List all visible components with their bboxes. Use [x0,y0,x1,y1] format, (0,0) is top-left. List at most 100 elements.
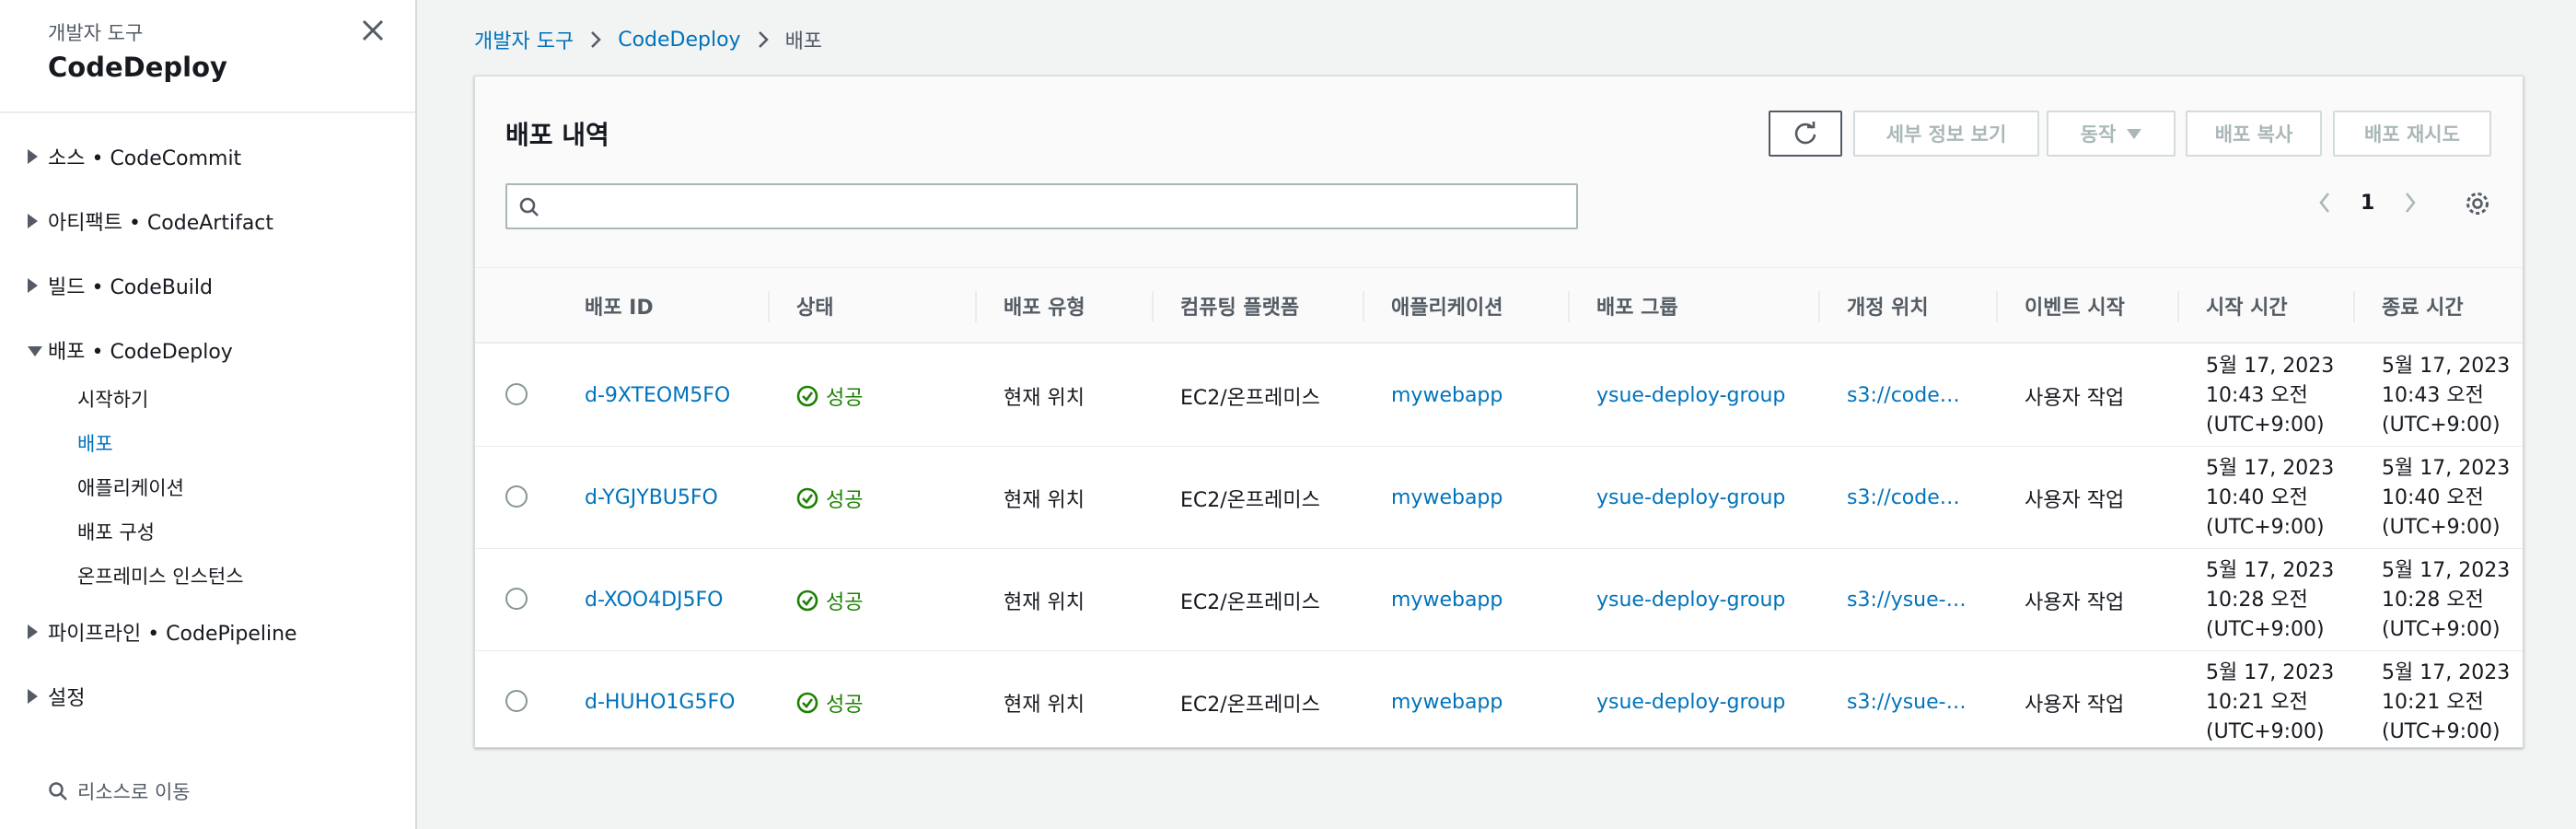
table-header: 배포 ID 상태 배포 유형 컴퓨팅 플랫폼 애플리케이션 배포 그룹 개정 위… [475,268,2523,344]
sidebar-item-onprem-instances[interactable]: 온프레미스 인스턴스 [77,562,244,590]
revision-location-link[interactable]: s3://ysue-… [1847,549,1967,651]
sidebar-section-codepipeline[interactable]: 파이프라인 • CodePipeline [28,617,297,647]
goto-resource-link[interactable]: 리소스로 이동 [48,777,191,805]
deployment-type: 현재 위치 [1004,693,1085,717]
start-date: 5월 17, 2023 [2206,354,2335,378]
column-divider[interactable] [768,291,770,322]
deployment-id-link[interactable]: d-YGJYBU5FO [585,447,718,549]
refresh-button[interactable] [1769,111,1842,157]
application-link[interactable]: mywebapp [1391,651,1503,753]
end-date: 5월 17, 2023 [2382,660,2511,684]
end-clock: 10:21 오전 [2382,690,2484,714]
column-divider[interactable] [2353,291,2355,322]
sidebar-section-codecommit[interactable]: 소스 • CodeCommit [28,142,241,171]
deployment-id-link[interactable]: d-9XTEOM5FO [585,344,730,447]
caret-right-icon [28,214,38,228]
table-row[interactable]: d-HUHO1G5FO 성공 현재 위치 EC2/온프레미스 mywebapp … [475,651,2523,753]
close-icon[interactable] [357,15,389,46]
column-divider[interactable] [1152,291,1154,322]
column-header-end-time[interactable]: 종료 시간 [2382,268,2464,344]
row-radio[interactable] [505,383,528,405]
sidebar-section-settings[interactable]: 설정 [28,682,85,711]
sidebar-item-deployment-configs[interactable]: 배포 구성 [77,518,155,545]
row-radio[interactable] [505,690,528,712]
revision-location-link[interactable]: s3://code… [1847,447,1960,549]
start-tz: (UTC+9:00) [2206,617,2325,641]
column-header-status[interactable]: 상태 [796,268,833,344]
end-time: 5월 17, 2023 10:40 오전 (UTC+9:00) [2382,447,2510,549]
row-radio[interactable] [505,485,528,508]
sidebar-divider [0,111,415,113]
breadcrumb-codedeploy[interactable]: CodeDeploy [618,29,740,52]
end-date: 5월 17, 2023 [2382,558,2511,582]
column-header-deployment-type[interactable]: 배포 유형 [1004,268,1085,344]
column-header-initiating-event[interactable]: 이벤트 시작 [2025,268,2125,344]
column-header-compute-platform[interactable]: 컴퓨팅 플랫폼 [1180,268,1299,344]
column-header-start-time[interactable]: 시작 시간 [2206,268,2288,344]
chevron-right-icon [758,31,769,48]
retry-deployment-button[interactable]: 배포 재시도 [2333,111,2491,157]
column-header-deployment-id[interactable]: 배포 ID [585,268,654,344]
caret-down-icon [2127,128,2142,139]
sidebar-section-label: 빌드 • CodeBuild [48,276,213,299]
sidebar-title[interactable]: CodeDeploy [48,52,227,83]
table-row[interactable]: d-9XTEOM5FO 성공 현재 위치 EC2/온프레미스 mywebapp … [475,344,2523,447]
chevron-right-icon[interactable] [2402,191,2419,215]
column-header-application[interactable]: 애플리케이션 [1391,268,1503,344]
sidebar-item-applications[interactable]: 애플리케이션 [77,473,184,501]
breadcrumb-developer-tools[interactable]: 개발자 도구 [474,25,574,54]
column-divider[interactable] [1818,291,1820,322]
sidebar-section-label: 아티팩트 • CodeArtifact [48,212,274,235]
application-link[interactable]: mywebapp [1391,549,1503,651]
column-header-deployment-group[interactable]: 배포 그룹 [1596,268,1678,344]
caret-down-icon [28,346,42,356]
end-tz: (UTC+9:00) [2382,515,2501,539]
deployment-group-link[interactable]: ysue-deploy-group [1596,549,1785,651]
start-time: 5월 17, 2023 10:43 오전 (UTC+9:00) [2206,344,2334,447]
deployment-group-link[interactable]: ysue-deploy-group [1596,447,1785,549]
search-input[interactable] [505,183,1578,229]
caret-right-icon [28,149,38,164]
sidebar-section-codedeploy[interactable]: 배포 • CodeDeploy [28,335,233,365]
actions-button[interactable]: 동작 [2047,111,2176,157]
deployment-id-link[interactable]: d-HUHO1G5FO [585,651,735,753]
sidebar-item-deployments[interactable]: 배포 [77,429,113,457]
page-number[interactable]: 1 [2361,192,2374,215]
sidebar-item-getting-started[interactable]: 시작하기 [77,385,148,413]
column-header-revision-location[interactable]: 개정 위치 [1847,268,1929,344]
compute-platform: EC2/온프레미스 [1180,693,1320,717]
start-time: 5월 17, 2023 10:21 오전 (UTC+9:00) [2206,651,2334,753]
row-radio[interactable] [505,588,528,610]
revision-location-link[interactable]: s3://code… [1847,344,1960,447]
chevron-left-icon[interactable] [2316,191,2333,215]
copy-deployment-button[interactable]: 배포 복사 [2186,111,2322,157]
table-row[interactable]: d-XOO4DJ5FO 성공 현재 위치 EC2/온프레미스 mywebapp … [475,549,2523,651]
column-divider[interactable] [1996,291,1998,322]
chevron-right-icon [591,31,601,48]
deployment-group-link[interactable]: ysue-deploy-group [1596,651,1785,753]
column-divider[interactable] [2177,291,2179,322]
gear-icon[interactable] [2464,190,2491,217]
deployment-id-link[interactable]: d-XOO4DJ5FO [585,549,724,651]
sidebar: 개발자 도구 CodeDeploy 소스 • CodeCommit 아티팩트 •… [0,0,417,829]
caret-right-icon [28,689,38,704]
deployment-group-link[interactable]: ysue-deploy-group [1596,344,1785,447]
column-divider[interactable] [1568,291,1570,322]
table-row[interactable]: d-YGJYBU5FO 성공 현재 위치 EC2/온프레미스 mywebapp … [475,447,2523,549]
sidebar-top-label[interactable]: 개발자 도구 [48,18,143,46]
application-link[interactable]: mywebapp [1391,447,1503,549]
revision-location-link[interactable]: s3://ysue-… [1847,651,1967,753]
sidebar-section-codeartifact[interactable]: 아티팩트 • CodeArtifact [28,206,274,236]
sidebar-section-codebuild[interactable]: 빌드 • CodeBuild [28,271,213,300]
status-text: 성공 [826,488,864,512]
column-divider[interactable] [975,291,977,322]
start-clock: 10:28 오전 [2206,588,2308,612]
application-link[interactable]: mywebapp [1391,344,1503,447]
end-tz: (UTC+9:00) [2382,719,2501,743]
start-clock: 10:21 오전 [2206,690,2308,714]
view-details-button[interactable]: 세부 정보 보기 [1853,111,2039,157]
initiating-event: 사용자 작업 [2025,693,2125,717]
column-divider[interactable] [1363,291,1364,322]
end-tz: (UTC+9:00) [2382,413,2501,437]
start-time: 5월 17, 2023 10:40 오전 (UTC+9:00) [2206,447,2334,549]
